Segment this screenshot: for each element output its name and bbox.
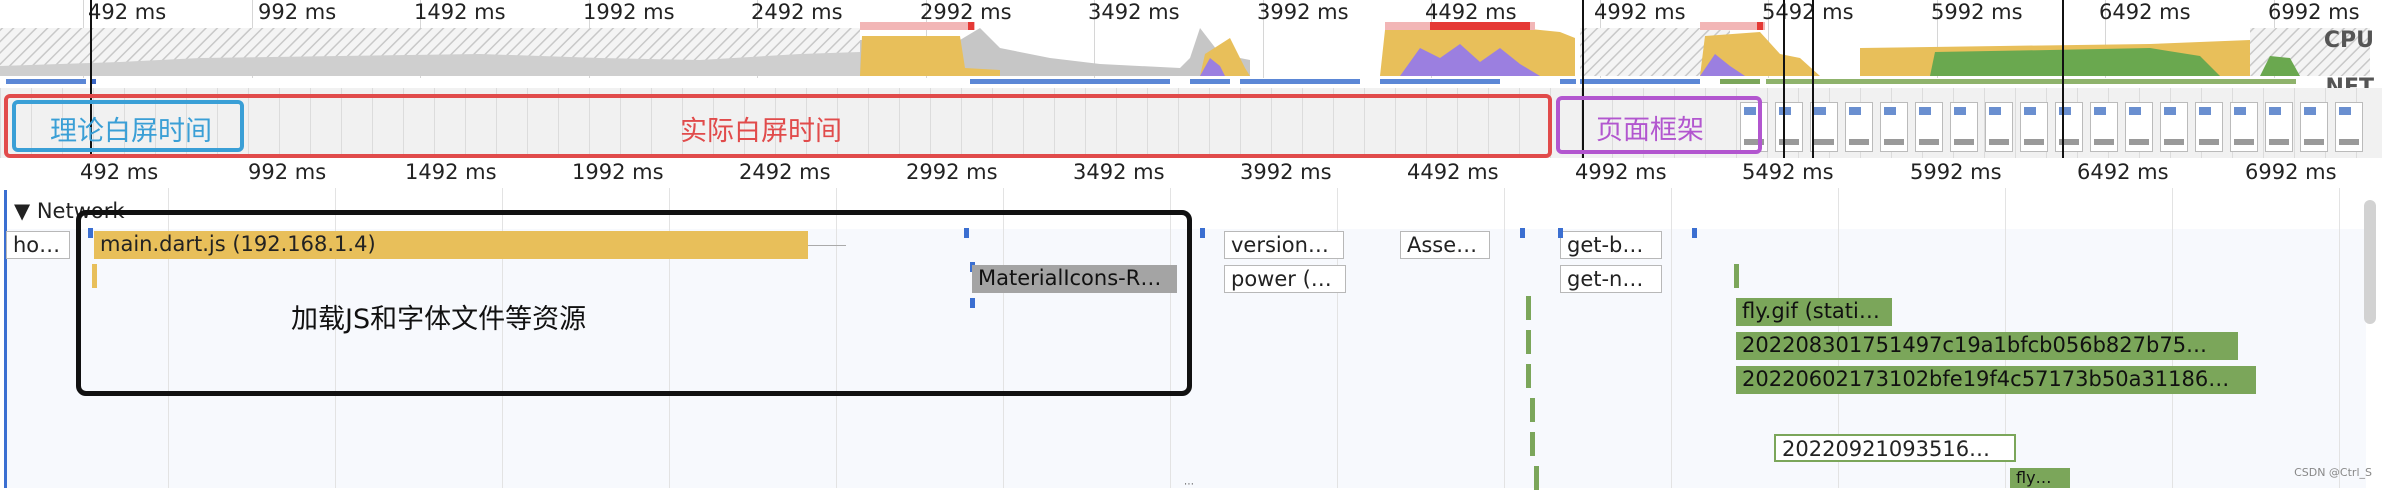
page-frame-box: 页面框架 [1556,96,1762,154]
vertical-scrollbar[interactable] [2364,200,2376,324]
net-bar [1766,79,2296,84]
selection-marker[interactable] [2062,0,2064,158]
screenshot-thumbnail[interactable] [2125,102,2153,152]
network-request[interactable]: get-b… [1560,231,1662,259]
ruler-tick-label: 1992 ms [572,160,664,184]
net-bar [1190,79,1230,84]
screenshot-thumbnail[interactable] [1845,102,1873,152]
network-request[interactable]: 20220602173102bfe19f4c57173b50a31186… [1736,366,2256,394]
ruler-tick-label: 6492 ms [2077,160,2169,184]
ruler-tick-label: 2992 ms [906,160,998,184]
ruler-tick-label: 3492 ms [1073,160,1165,184]
ruler-tick-label: 992 ms [248,160,327,184]
net-bar [1580,79,1700,84]
net-bar [6,79,86,84]
request-marker [1526,296,1531,320]
selection-marker[interactable] [1783,0,1785,158]
network-request[interactable]: Asse… [1400,231,1490,259]
collapse-triangle-icon[interactable]: ▼ [14,199,30,223]
watermark: CSDN @Ctrl_S [2294,466,2372,479]
network-request[interactable]: ho… [6,231,70,259]
screenshot-thumbnail[interactable] [2230,102,2258,152]
ruler-tick-label: 492 ms [80,160,159,184]
ruler-tick-label: 6992 ms [2245,160,2337,184]
network-request[interactable]: fly.gif (stati… [1736,298,1892,326]
network-request[interactable]: 202208301751497c19a1bfcb056b827b75… [1736,332,2238,360]
request-marker [1692,228,1697,238]
ruler-tick-label: 3992 ms [1240,160,1332,184]
net-bar [1560,79,1576,84]
actual-white-screen-label: 实际白屏时间 [680,116,842,147]
resize-handle-icon[interactable]: ⋯ [1184,480,1198,490]
request-marker [1530,398,1535,422]
screenshot-thumbnail[interactable] [2195,102,2223,152]
grid-line [1671,188,1672,488]
screenshot-thumbnail[interactable] [2300,102,2328,152]
network-request[interactable]: fly… [2010,468,2070,488]
screenshot-thumbnail[interactable] [1810,102,1838,152]
screenshot-thumbnail[interactable] [1775,102,1803,152]
request-marker [1526,330,1531,354]
ruler-tick-label: 4492 ms [1407,160,1499,184]
ruler-tick-label: 1492 ms [405,160,497,184]
net-bar [1240,79,1360,84]
ruler-tick-label: 2492 ms [739,160,831,184]
request-marker [1534,466,1539,490]
load-resources-label: 加载JS和字体文件等资源 [291,304,587,335]
network-request[interactable]: 20220921093516… [1774,434,2016,462]
screenshot-thumbnail[interactable] [1915,102,1943,152]
ruler-tick-label: 5992 ms [1910,160,2002,184]
network-request[interactable]: get-n… [1560,265,1662,293]
ruler-tick-label: 4992 ms [1575,160,1667,184]
page-frame-label: 页面框架 [1596,115,1704,146]
request-marker [1530,432,1535,456]
ruler-tick-label: 5492 ms [1742,160,1834,184]
screenshot-thumbnail[interactable] [2335,102,2363,152]
screenshot-thumbnail[interactable] [2160,102,2188,152]
request-marker [1558,228,1563,238]
screenshot-thumbnail[interactable] [2265,102,2293,152]
actual-white-screen-box: 实际白屏时间 [4,94,1552,158]
screenshot-thumbnail[interactable] [2055,102,2083,152]
grid-line [1504,188,1505,488]
net-bar [970,79,1170,84]
request-marker [1526,364,1531,388]
net-bar [1380,79,1500,84]
screenshot-thumbnail[interactable] [2020,102,2048,152]
cpu-track-label: CPU [2323,28,2374,53]
network-request[interactable]: version… [1224,231,1344,259]
net-bar [1720,79,1760,84]
screenshot-thumbnail[interactable] [1880,102,1908,152]
screenshot-thumbnail[interactable] [2090,102,2118,152]
request-marker [1200,228,1205,238]
request-marker [1520,228,1525,238]
selection-marker[interactable] [1812,0,1814,158]
load-resources-box: 加载JS和字体文件等资源 [76,210,1192,396]
grid-line [2339,188,2340,488]
cpu-activity-chart [0,22,2370,76]
screenshot-thumbnail[interactable] [1950,102,1978,152]
network-request[interactable]: power (… [1224,265,1346,293]
request-marker [1734,264,1739,288]
screenshot-thumbnail[interactable] [1985,102,2013,152]
